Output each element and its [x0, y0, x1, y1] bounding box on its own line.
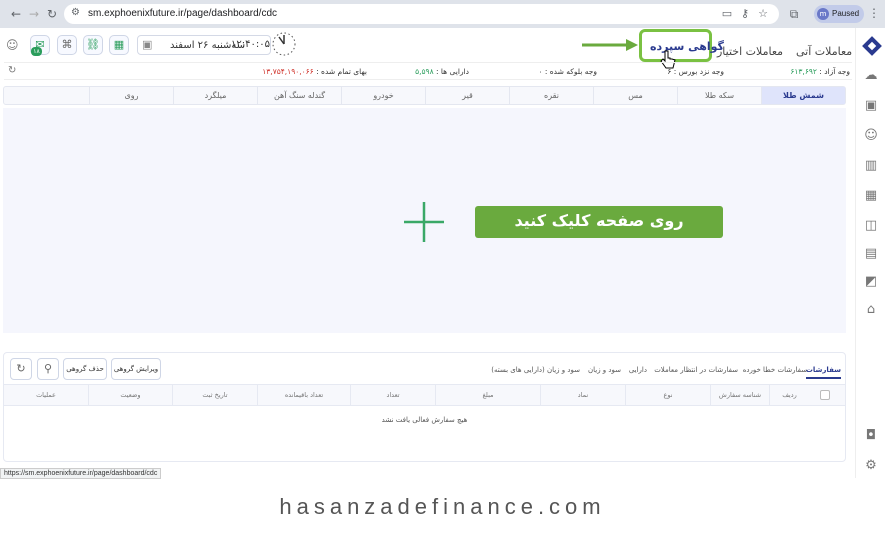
empty-state-text: هیچ سفارش فعالی یافت نشد	[381, 416, 468, 424]
tab-gold-bar[interactable]: شمش طلا	[761, 87, 845, 104]
col-actions: عملیات	[36, 391, 56, 399]
profile-status: Paused	[832, 9, 860, 18]
site-info-icon[interactable]: ⚙	[71, 7, 80, 18]
settings-gear-icon[interactable]: ⚙	[863, 458, 879, 474]
avatar: m	[817, 8, 829, 20]
tab-assets[interactable]: دارایی	[629, 366, 647, 374]
wallet-icon[interactable]: ▣	[863, 98, 879, 114]
blocked-cash: وجه بلوکه شده : ۰	[538, 67, 597, 76]
refresh-orders-icon[interactable]: ↻	[10, 358, 32, 380]
select-all-checkbox[interactable]	[820, 390, 830, 400]
total-cost: بهای تمام شده : ۱۳,۷۵۴,۱۹۰,۰۶۶	[262, 67, 367, 76]
callout-text: روی صفحه کلیک کنید	[514, 211, 684, 230]
account-info-bar: ↻ وجه آزاد : ۶۱۳,۶۹۲ وجه نزد بورس : ۶ وج…	[4, 62, 852, 80]
extensions-icon[interactable]: ⧉	[786, 6, 802, 22]
col-type: نوع	[625, 385, 710, 405]
cloud-icon[interactable]: ☁	[863, 68, 879, 84]
train-icon[interactable]: ◫	[863, 218, 879, 234]
tab-closed-profit-loss[interactable]: سود و زیان (دارایی های بسته)	[491, 366, 580, 374]
user-profile-icon[interactable]: ☺	[6, 38, 19, 52]
col-order-id: شناسه سفارش	[710, 385, 769, 405]
report-icon[interactable]: ◩	[863, 274, 879, 290]
broker-cash: وجه نزد بورس : ۶	[667, 67, 724, 76]
clipboard-icon[interactable]: ▤	[863, 246, 879, 262]
tab-gold-coin[interactable]: سکه طلا	[677, 87, 761, 104]
user-icon[interactable]: ☺	[863, 128, 879, 144]
col-status: وضعیت	[88, 385, 172, 405]
back-icon[interactable]: ←	[8, 6, 24, 22]
tab-silver[interactable]: نقره	[509, 87, 593, 104]
crosshair-plus-icon	[404, 202, 444, 242]
tab-futures[interactable]: معاملات آتی	[796, 45, 852, 58]
group-delete-button[interactable]: حذف گروهی	[63, 358, 107, 380]
tab-car[interactable]: خودرو	[341, 87, 425, 104]
tab-bitumen[interactable]: قیر	[425, 87, 509, 104]
group-edit-button[interactable]: ویرایش گروهی	[111, 358, 161, 380]
reload-icon[interactable]: ↻	[44, 6, 60, 22]
gamepad-icon[interactable]: ⌘	[57, 35, 77, 55]
refresh-icon[interactable]: ↻	[8, 65, 16, 76]
tab-failed-orders[interactable]: سفارشات خطا خورده	[743, 366, 807, 374]
bookmark-star-icon[interactable]: ☆	[756, 7, 770, 20]
sidebar: ☁ ▣ ☺ ▥ ▦ ◫ ▤ ◩ ⌂ ◘ ⚙	[855, 28, 885, 478]
profile-button[interactable]: m Paused	[814, 5, 864, 23]
bank-icon[interactable]: ⌂	[863, 302, 879, 318]
orders-panel: سفارشات سفارشات خطا خورده سفارشات در انت…	[3, 352, 846, 462]
clock-icon	[272, 32, 296, 56]
calculator-icon[interactable]: ▦	[863, 188, 879, 204]
tab-pending-orders[interactable]: سفارشات در انتظار	[680, 366, 738, 374]
cast-icon[interactable]: ▭	[720, 7, 734, 20]
calculator-tool-icon[interactable]: ▦	[109, 35, 129, 55]
address-bar[interactable]: ⚙ sm.exphoenixfuture.ir/page/dashboard/c…	[64, 4, 779, 24]
tab-trades[interactable]: معاملات	[654, 366, 678, 374]
tab-orders[interactable]: سفارشات	[805, 366, 841, 379]
col-row: ردیف	[769, 385, 809, 405]
password-key-icon[interactable]: ⚷	[738, 7, 752, 20]
chart-icon[interactable]: ▥	[863, 158, 879, 174]
col-remaining: تعداد باقیمانده	[257, 385, 350, 405]
col-symbol: نماد	[540, 385, 625, 405]
browser-menu-icon[interactable]: ⋮	[868, 6, 880, 20]
col-amount: مبلغ	[435, 385, 540, 405]
browser-toolbar: ← → ↻ ⚙ sm.exphoenixfuture.ir/page/dashb…	[0, 0, 885, 28]
col-quantity: تعداد	[350, 385, 435, 405]
chat-icon[interactable]: ◘	[863, 428, 879, 444]
tab-copper[interactable]: مس	[593, 87, 677, 104]
tab-zinc[interactable]: روی	[89, 87, 173, 104]
watermark-text: hasanzadefinance.com	[279, 494, 606, 519]
link-status-bar: https://sm.exphoenixfuture.ir/page/dashb…	[0, 468, 162, 479]
tab-rebar[interactable]: میلگرد	[173, 87, 257, 104]
instruction-callout: روی صفحه کلیک کنید	[475, 206, 723, 238]
assets: دارایی ها : ۵,۵۹۸	[415, 67, 469, 76]
search-icon[interactable]: ⚲	[37, 358, 59, 380]
free-cash: وجه آزاد : ۶۱۳,۶۹۲	[790, 67, 850, 76]
tab-profit-loss[interactable]: سود و زیان	[588, 366, 621, 374]
forward-icon[interactable]: →	[26, 6, 42, 22]
commodity-tabs: شمش طلا سکه طلا مس نقره قیر خودرو گندله …	[3, 86, 846, 105]
col-date: تاریخ ثبت	[172, 385, 257, 405]
url-text: sm.exphoenixfuture.ir/page/dashboard/cdc	[88, 8, 278, 19]
notification-badge: ۱۸	[31, 47, 42, 56]
link-icon[interactable]: ⛓	[83, 35, 103, 55]
calendar-icon: ▣	[142, 38, 153, 51]
watermark-strip: hasanzadefinance.com	[0, 479, 885, 540]
tab-options[interactable]: معاملات اختیار	[717, 45, 783, 58]
brand-logo-icon[interactable]	[862, 36, 882, 56]
tab-iron-pellet[interactable]: گندله سنگ آهن	[257, 87, 341, 104]
arrow-annotation-icon	[582, 39, 638, 51]
time-text: ۱۲:۴۰:۰۵	[231, 39, 270, 50]
orders-table-header: ردیف شناسه سفارش نوع نماد مبلغ تعداد تعد…	[4, 384, 845, 406]
